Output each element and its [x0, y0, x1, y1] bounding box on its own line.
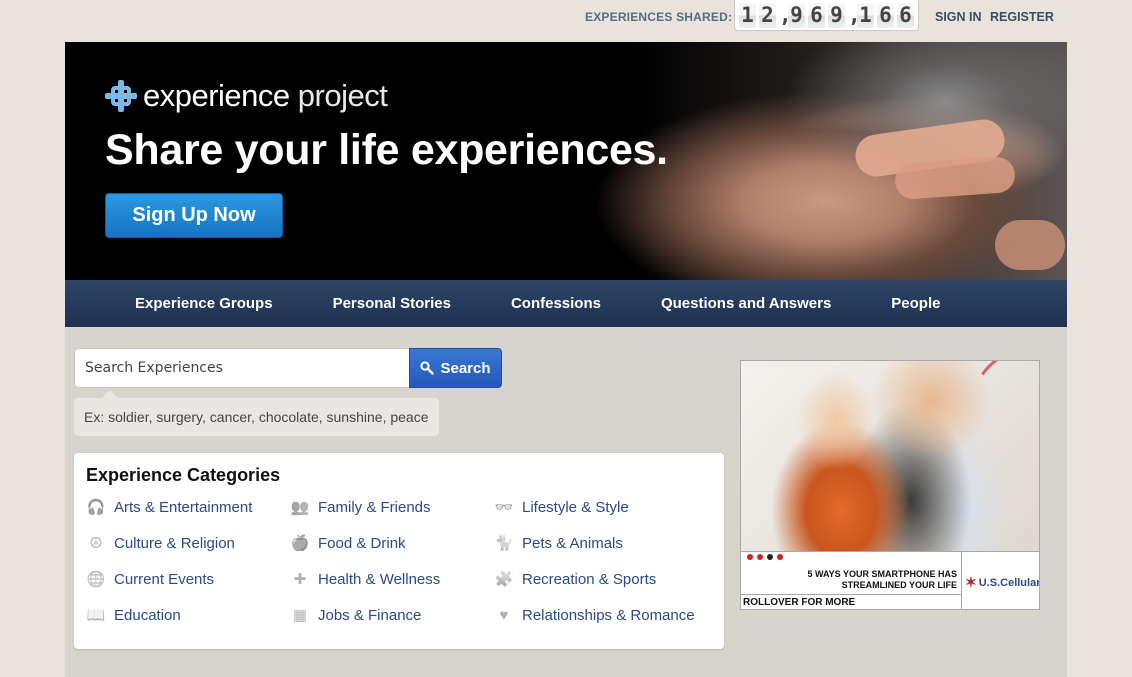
- headphones-icon: 🎧: [86, 499, 106, 516]
- category-label: Lifestyle & Style: [522, 498, 629, 516]
- search-input[interactable]: [74, 348, 409, 388]
- category-current-events[interactable]: 🌐 Current Events: [86, 569, 214, 589]
- main-nav: Experience Groups Personal Stories Confess…: [65, 280, 1067, 327]
- search-bar: Search: [74, 348, 502, 388]
- category-label: Culture & Religion: [114, 534, 235, 552]
- category-food-drink[interactable]: 🍎 Food & Drink: [290, 533, 406, 553]
- register-link[interactable]: REGISTER: [990, 10, 1054, 24]
- category-label: Food & Drink: [318, 534, 406, 552]
- category-arts-entertainment[interactable]: 🎧 Arts & Entertainment: [86, 497, 253, 517]
- sign-up-button[interactable]: Sign Up Now: [105, 193, 283, 238]
- category-label: Arts & Entertainment: [114, 498, 253, 516]
- glasses-icon: 👓: [494, 499, 514, 516]
- book-icon: 📖: [86, 607, 106, 624]
- category-jobs-finance[interactable]: ▦ Jobs & Finance: [290, 605, 421, 625]
- category-label: Health & Wellness: [318, 570, 441, 588]
- health-shield-icon: ✚: [293, 571, 307, 588]
- category-label: Education: [114, 606, 181, 624]
- counter-digit: 6: [808, 2, 825, 28]
- nav-item-questions-and-answers[interactable]: Questions and Answers: [661, 295, 831, 312]
- category-education[interactable]: 📖 Education: [86, 605, 181, 625]
- ad-brand-logo: ✶ U.S.Cellular: [965, 574, 1040, 590]
- advertisement[interactable]: 5 WAYS YOUR SMARTPHONE HAS STREAMLINED Y…: [740, 360, 1040, 610]
- ad-rollover-cta[interactable]: ROLLOVER FOR MORE: [743, 597, 855, 608]
- counter-digit: 6: [877, 2, 894, 28]
- category-lifestyle-style[interactable]: 👓 Lifestyle & Style: [494, 497, 629, 517]
- counter-separator: ,: [779, 3, 792, 27]
- hero-headline: Share your life experiences.: [105, 126, 668, 174]
- counter-separator: ,: [848, 3, 861, 27]
- peace-icon: ☮: [89, 535, 103, 552]
- category-health-wellness[interactable]: ✚ Health & Wellness: [290, 569, 441, 589]
- calculator-icon: ▦: [292, 607, 308, 624]
- counter-digit: 1: [739, 2, 756, 28]
- ad-fitness-photo: [741, 361, 1039, 551]
- globe-icon: 🌐: [86, 571, 106, 588]
- search-button-label: Search: [440, 359, 491, 377]
- nav-item-personal-stories[interactable]: Personal Stories: [333, 295, 451, 312]
- category-family-friends[interactable]: 👥 Family & Friends: [290, 497, 431, 517]
- counter-digit: 6: [897, 2, 914, 28]
- category-relationships-romance[interactable]: ♥ Relationships & Romance: [494, 605, 695, 625]
- brand-star-icon: ✶: [965, 574, 977, 590]
- nav-item-people[interactable]: People: [891, 295, 940, 312]
- experience-categories-panel: Experience Categories 🎧 Arts & Entertainm…: [74, 453, 724, 649]
- category-pets-animals[interactable]: 🐈 Pets & Animals: [494, 533, 623, 553]
- category-label: Family & Friends: [318, 498, 431, 516]
- sign-in-link[interactable]: SIGN IN: [935, 10, 982, 24]
- logo-mark-icon: [105, 80, 137, 112]
- main-content: Search Ex: soldier, surgery, cancer, cho…: [65, 327, 1067, 677]
- nav-item-confessions[interactable]: Confessions: [511, 295, 601, 312]
- category-label: Relationships & Romance: [522, 606, 695, 624]
- cat-icon: 🐈: [494, 535, 514, 552]
- apple-icon: 🍎: [290, 535, 310, 552]
- search-hint: Ex: soldier, surgery, cancer, chocolate,…: [74, 390, 439, 436]
- categories-title: Experience Categories: [86, 465, 281, 485]
- logo-text: experience project: [143, 78, 388, 113]
- category-recreation-sports[interactable]: 🧩 Recreation & Sports: [494, 569, 657, 589]
- category-culture-religion[interactable]: ☮ Culture & Religion: [86, 533, 235, 553]
- ad-caption-area: 5 WAYS YOUR SMARTPHONE HAS STREAMLINED Y…: [741, 551, 1039, 609]
- heart-icon: ♥: [499, 606, 509, 624]
- counter-digit: 9: [828, 2, 845, 28]
- nav-item-experience-groups[interactable]: Experience Groups: [135, 295, 273, 312]
- people-icon: 👥: [290, 499, 310, 516]
- category-label: Recreation & Sports: [522, 570, 657, 588]
- category-label: Pets & Animals: [522, 534, 623, 552]
- counter-digit: 2: [759, 2, 776, 28]
- experiences-counter-label: EXPERIENCES SHARED:: [585, 10, 733, 24]
- hero-banner: experience project Share your life exper…: [65, 42, 1067, 280]
- puzzle-icon: 🧩: [494, 571, 514, 588]
- category-label: Jobs & Finance: [318, 606, 422, 624]
- top-bar: EXPERIENCES SHARED: 12,969,166 SIGN IN R…: [0, 0, 1132, 42]
- ad-headline: 5 WAYS YOUR SMARTPHONE HAS STREAMLINED Y…: [807, 569, 957, 590]
- experiences-counter: 12,969,166: [734, 0, 919, 31]
- counter-digit: 9: [788, 2, 805, 28]
- search-button[interactable]: Search: [409, 348, 502, 388]
- site-logo[interactable]: experience project: [105, 78, 388, 114]
- category-label: Current Events: [114, 570, 215, 588]
- counter-digit: 1: [857, 2, 874, 28]
- magnifier-icon: [420, 361, 435, 375]
